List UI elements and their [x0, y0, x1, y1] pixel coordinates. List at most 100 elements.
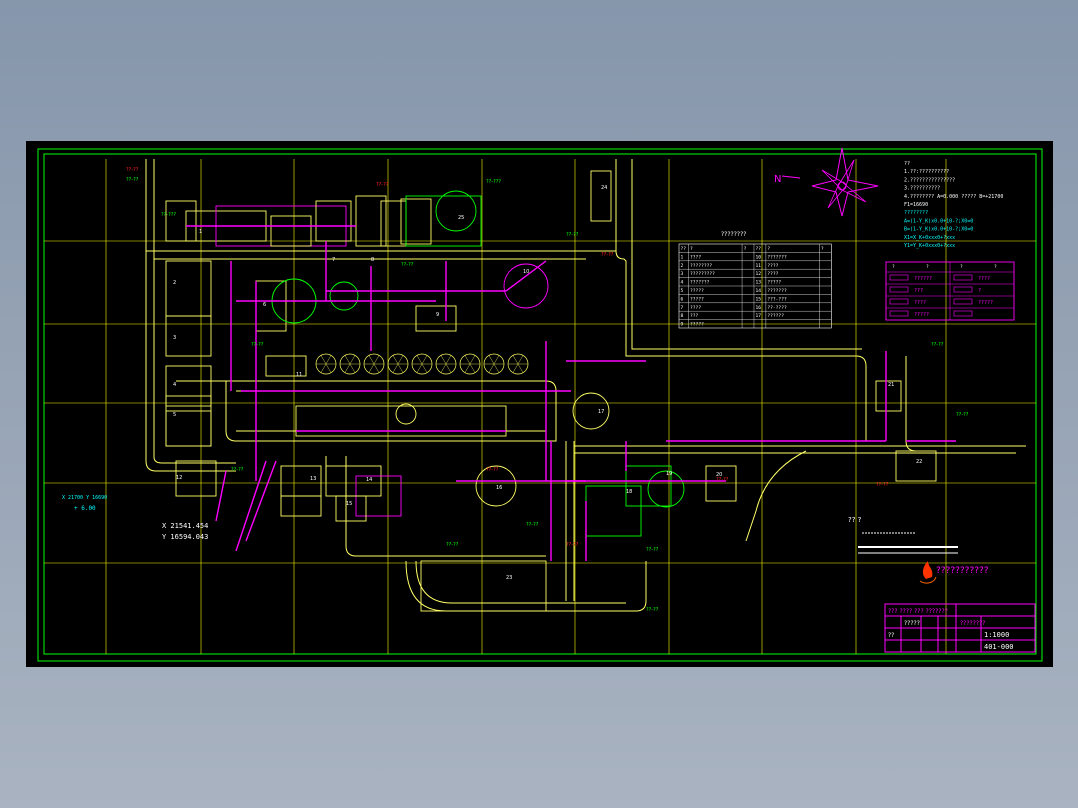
- legend-cell: ??: [681, 246, 687, 252]
- area-number: 18: [626, 489, 632, 495]
- fan-blade: [421, 363, 428, 373]
- symbol-legend-head: ?: [892, 264, 895, 270]
- area-number: 23: [506, 575, 512, 581]
- symbol-swatch: [953, 286, 973, 293]
- tank: [435, 190, 477, 232]
- legend-cell: ?????: [690, 322, 704, 328]
- building: [585, 485, 642, 537]
- note-line: 4.???????? A=0.000 ????? B=+21700: [904, 194, 1003, 200]
- symbol-legend-label: ????: [914, 300, 926, 306]
- building: [895, 450, 937, 482]
- building: [255, 280, 287, 332]
- fan-blade: [325, 355, 332, 365]
- legend-cell: 15: [755, 296, 761, 302]
- note-line: Y1=Y_K+0xxx0+?xxx: [904, 243, 955, 249]
- area-number: 2: [173, 280, 176, 286]
- area-number: 3: [173, 335, 176, 341]
- legend-cell: 13: [755, 280, 761, 286]
- symbol-legend-head: ?: [994, 264, 997, 270]
- pipe-tag: ??-??: [376, 182, 389, 188]
- symbol-legend-label: ????: [978, 276, 990, 282]
- building: [165, 395, 212, 447]
- fan-blade: [344, 363, 351, 373]
- pipe-tag: ??-??: [566, 232, 579, 238]
- legend-cell: 1: [681, 254, 684, 260]
- fan-blade: [464, 363, 471, 373]
- area-number: 24: [601, 185, 607, 191]
- note-line: 1.??:??????????: [904, 169, 949, 175]
- fan-blade: [493, 363, 500, 373]
- pipe-line: [215, 470, 227, 522]
- fan-blade: [488, 363, 495, 373]
- company-label: ???????????: [936, 566, 989, 576]
- left-mark-2: + 6.00: [74, 505, 96, 512]
- area-number: 11: [296, 372, 302, 378]
- area-number: 1: [199, 229, 202, 235]
- area-number: 16: [496, 485, 502, 491]
- symbol-legend-label: ??????: [914, 276, 932, 282]
- legend-cell: 4: [681, 280, 684, 286]
- building: [380, 200, 407, 247]
- left-mark-1: X 21700 Y 16690: [62, 495, 107, 501]
- area-number: 4: [173, 382, 176, 388]
- pipe-tag: ??-??: [126, 177, 139, 183]
- pipe-tag: ??-??: [401, 262, 414, 268]
- area-numbers: 1234567 89101112 13 141516171819 20212223242…: [173, 185, 922, 581]
- legend-cell: 12: [755, 271, 761, 277]
- legend-cell: ???????: [767, 288, 787, 294]
- fan-blade: [392, 355, 399, 365]
- fan-blade: [464, 355, 471, 365]
- fan-blade: [325, 363, 332, 373]
- legend-cell: ?????????: [690, 271, 715, 277]
- fan-blade: [512, 355, 519, 365]
- note-line: F1=16690: [904, 202, 928, 208]
- legend-cell: ????????: [690, 263, 712, 269]
- pipe-tag: ??-??: [931, 342, 944, 348]
- note-line: ??: [904, 161, 910, 167]
- pipe-tag: ??-??: [251, 342, 264, 348]
- area-number: 5: [173, 412, 176, 418]
- title-stamp: ??: [888, 632, 894, 639]
- fan-blade: [440, 355, 447, 365]
- legend-title: ????????: [721, 231, 746, 238]
- fan-blade: [493, 355, 500, 365]
- inner-frame: [43, 153, 1037, 655]
- legend-cell: ??: [755, 246, 761, 252]
- legend-cell: ?: [690, 246, 693, 252]
- legend-table: ??????????????? ?1???? 10 ???????2???????? 1…: [678, 231, 832, 329]
- fan-blade: [517, 363, 524, 373]
- building: [325, 465, 382, 497]
- coord-y: Y 16594.043: [162, 533, 208, 541]
- wind-rose-icon: [781, 147, 879, 217]
- fan-blade: [445, 363, 452, 373]
- legend-cell: 16: [755, 305, 761, 311]
- area-number: 21: [888, 382, 894, 388]
- pipe-line: [505, 260, 547, 292]
- coord-x: X 21541.454: [162, 522, 208, 530]
- road-edge: [176, 380, 557, 442]
- pipe-tag: ??-??: [601, 252, 614, 258]
- legend-cell: 8: [681, 313, 684, 319]
- area-number: 13: [310, 476, 316, 482]
- pipe-tag: ??-??: [446, 542, 459, 548]
- legend-cell: 14: [755, 288, 761, 294]
- title-company: ??? ???? ??? ???????: [888, 608, 948, 615]
- area-number: 10: [523, 269, 529, 275]
- tank: [329, 281, 359, 311]
- cad-drawing-canvas[interactable]: ??-?? ??-?? ??-??? ??-?? ??-??? ??-?? ??-?? ??-…: [26, 141, 1053, 667]
- fan-blade: [512, 363, 519, 373]
- note-line: X1=X_K+0xxx0+?xxx: [904, 235, 955, 241]
- note-line: B=(1-Y_K)x0.0+10-?;X0=0: [904, 227, 973, 233]
- note-line: A=(1-Y_K)x0.0+10-?;X0=0: [904, 218, 973, 224]
- fan-blade: [488, 355, 495, 365]
- road-edge: [745, 450, 807, 542]
- legend-cell: ?????: [690, 296, 704, 302]
- pipe-tag: ??-??: [126, 167, 139, 173]
- symbol-swatch: [953, 310, 973, 317]
- pipe-network: [186, 225, 956, 561]
- road-edge: [615, 159, 867, 441]
- legend-cell: 7: [681, 305, 684, 311]
- building: [165, 260, 212, 317]
- fan-blade: [416, 363, 423, 373]
- area-number: 8: [371, 257, 374, 263]
